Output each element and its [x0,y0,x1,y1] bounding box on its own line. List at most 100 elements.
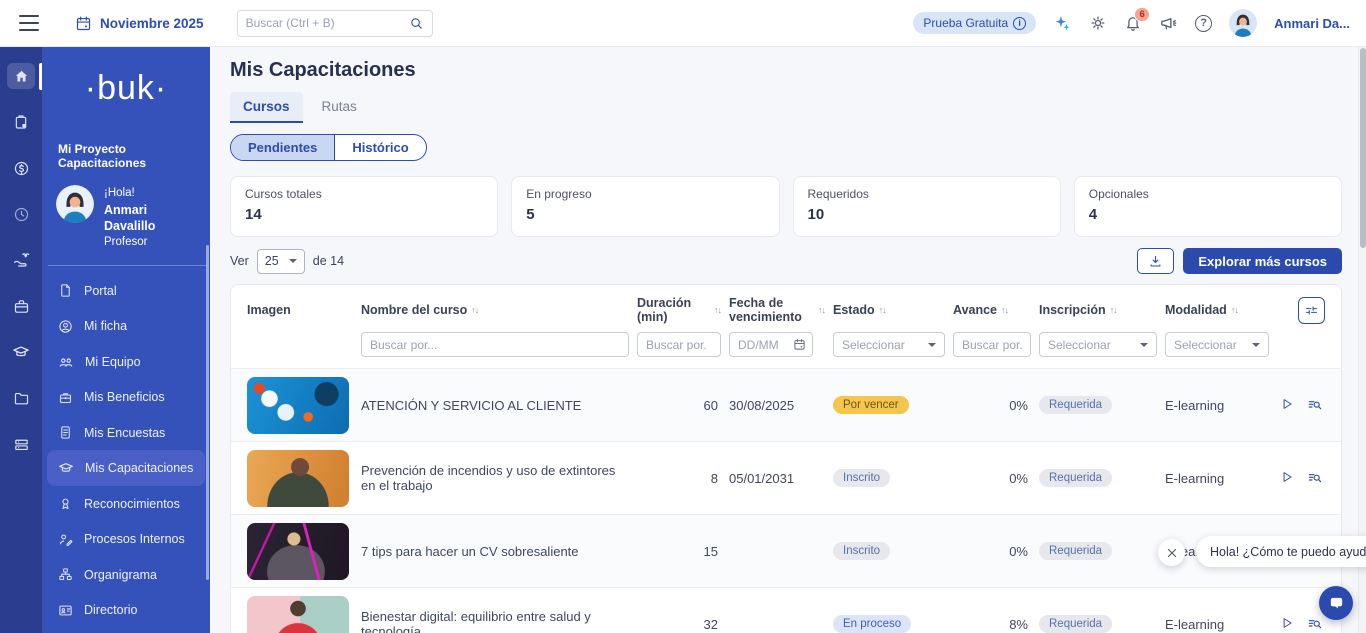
search-input[interactable] [246,16,409,30]
play-course-icon[interactable] [1280,397,1294,411]
sort-icon[interactable] [1001,305,1008,315]
course-name: Prevención de incendios y uso de extinto… [361,463,629,493]
sidebar-item-reconocimientos[interactable]: Reconocimientos [47,486,205,522]
course-progress: 0% [953,544,1031,559]
page-size-select[interactable]: 25 [257,249,305,274]
sidebar-item-mis-capacitaciones[interactable]: Mis Capacitaciones [47,450,205,486]
rail-tasks-icon[interactable] [7,109,35,135]
download-button[interactable] [1137,248,1174,274]
search-icon [409,16,424,31]
table-filter-row: DD/MM Seleccionar Seleccionar Selecciona… [231,327,1341,368]
scrollbar-thumb[interactable] [1360,48,1366,248]
page-title: Mis Capacitaciones [230,59,1342,82]
profile-greeting: ¡Hola! [104,186,200,202]
filter-nombre-input[interactable] [361,332,629,357]
chevron-down-icon [1140,343,1148,347]
toggle-pendientes[interactable]: Pendientes [231,135,334,160]
filter-duracion-input[interactable] [637,332,721,357]
person-circle-icon [58,319,73,334]
rail-home-icon[interactable] [7,63,35,89]
toggle-historico[interactable]: Histórico [334,135,425,160]
table-row[interactable]: Prevención de incendios y uso de extinto… [231,441,1341,514]
course-duration: 8 [637,471,721,486]
sidebar-item-directorio[interactable]: Directorio [47,592,205,628]
sidebar-item-mis-encuestas[interactable]: Mis Encuestas [47,415,205,451]
filter-inscripcion-select[interactable]: Seleccionar [1039,332,1157,357]
rail-time-icon[interactable] [7,201,35,227]
announcements-megaphone-icon[interactable] [1159,14,1178,33]
buk-logo: ·buk· [42,69,210,108]
user-name[interactable]: Anmari Da... [1274,16,1350,31]
column-settings-button[interactable] [1298,297,1325,324]
rail-payments-icon[interactable] [7,155,35,181]
sidebar-item-mi-equipo[interactable]: Mi Equipo [47,344,205,380]
sidebar-item-portal[interactable]: Portal [47,273,205,309]
month-picker[interactable]: Noviembre 2025 [75,15,204,32]
contacts-icon [58,603,73,618]
course-detail-icon[interactable] [1307,470,1323,486]
trial-badge[interactable]: Prueba Gratuita i [913,12,1036,34]
sidebar-item-mis-beneficios[interactable]: Mis Beneficios [47,379,205,415]
sidebar-item-label: Portal [84,284,117,298]
rail-organization-icon[interactable] [7,431,35,457]
download-icon [1148,254,1163,269]
ai-sparkle-icon[interactable] [1053,14,1072,33]
play-course-icon[interactable] [1280,470,1294,484]
rail-benefits-icon[interactable] [7,247,35,273]
view-toggle: Pendientes Histórico [230,134,427,161]
course-detail-icon[interactable] [1307,397,1323,413]
table-header: Imagen Nombre del curso Duración (min) F… [231,285,1341,327]
list-controls: Ver 25 de 14 Explorar más cursos [230,248,1342,274]
play-course-icon[interactable] [1280,616,1294,630]
courses-table: Imagen Nombre del curso Duración (min) F… [230,284,1342,633]
show-label: Ver [230,254,249,268]
course-detail-icon[interactable] [1307,616,1323,632]
sort-icon[interactable] [471,305,478,315]
sort-icon[interactable] [1231,305,1238,315]
notifications-bell-icon[interactable]: 6 [1124,14,1142,32]
table-row[interactable]: Bienestar digital: equilibrio entre salu… [231,587,1341,633]
sort-icon[interactable] [818,305,825,315]
sidebar-item-label: Organigrama [84,568,157,582]
help-icon[interactable]: ? [1195,15,1212,32]
filter-estado-select[interactable]: Seleccionar [833,332,945,357]
chevron-down-icon [289,259,297,263]
stat-label: Opcionales [1089,187,1327,201]
info-icon: i [1013,17,1026,30]
hamburger-menu-icon[interactable] [19,15,39,31]
month-label: Noviembre 2025 [100,16,204,31]
tab-rutas[interactable]: Rutas [309,92,370,123]
chat-close-button[interactable] [1158,539,1185,566]
sidebar-item-organigrama[interactable]: Organigrama [47,557,205,593]
filter-fecha-input[interactable]: DD/MM [729,332,813,357]
rail-education-icon[interactable] [7,339,35,365]
user-avatar[interactable] [1229,9,1257,37]
status-badge: Inscrito [833,542,890,560]
status-badge: Inscrito [833,469,890,487]
sort-icon[interactable] [879,305,886,315]
sidebar-item-label: Directorio [84,603,138,617]
explore-courses-button[interactable]: Explorar más cursos [1183,248,1342,274]
settings-gear-icon[interactable] [1089,14,1107,32]
sliders-icon [1304,303,1319,318]
medal-icon [58,496,73,511]
chat-launcher-button[interactable] [1319,586,1353,620]
rail-briefcase-icon[interactable] [7,293,35,319]
icon-rail [0,47,42,633]
rail-folder-icon[interactable] [7,385,35,411]
global-search[interactable] [237,10,433,37]
course-name: ATENCIÓN Y SERVICIO AL CLIENTE [361,398,629,413]
filter-modalidad-select[interactable]: Seleccionar [1165,332,1269,357]
filter-avance-input[interactable] [953,332,1031,357]
sort-icon[interactable] [714,305,721,315]
tab-cursos[interactable]: Cursos [230,92,303,123]
course-due-date: 05/01/2031 [729,471,825,486]
sort-icon[interactable] [1110,305,1117,315]
table-row[interactable]: ATENCIÓN Y SERVICIO AL CLIENTE 60 30/08/… [231,368,1341,441]
sidebar-scrollbar[interactable] [206,245,209,580]
sidebar-item-mi-ficha[interactable]: Mi ficha [47,308,205,344]
sidebar-item-procesos-internos[interactable]: Procesos Internos [47,521,205,557]
course-name: 7 tips para hacer un CV sobresaliente [361,544,629,559]
profile-avatar[interactable] [56,185,94,223]
orgchart-icon [58,567,73,582]
